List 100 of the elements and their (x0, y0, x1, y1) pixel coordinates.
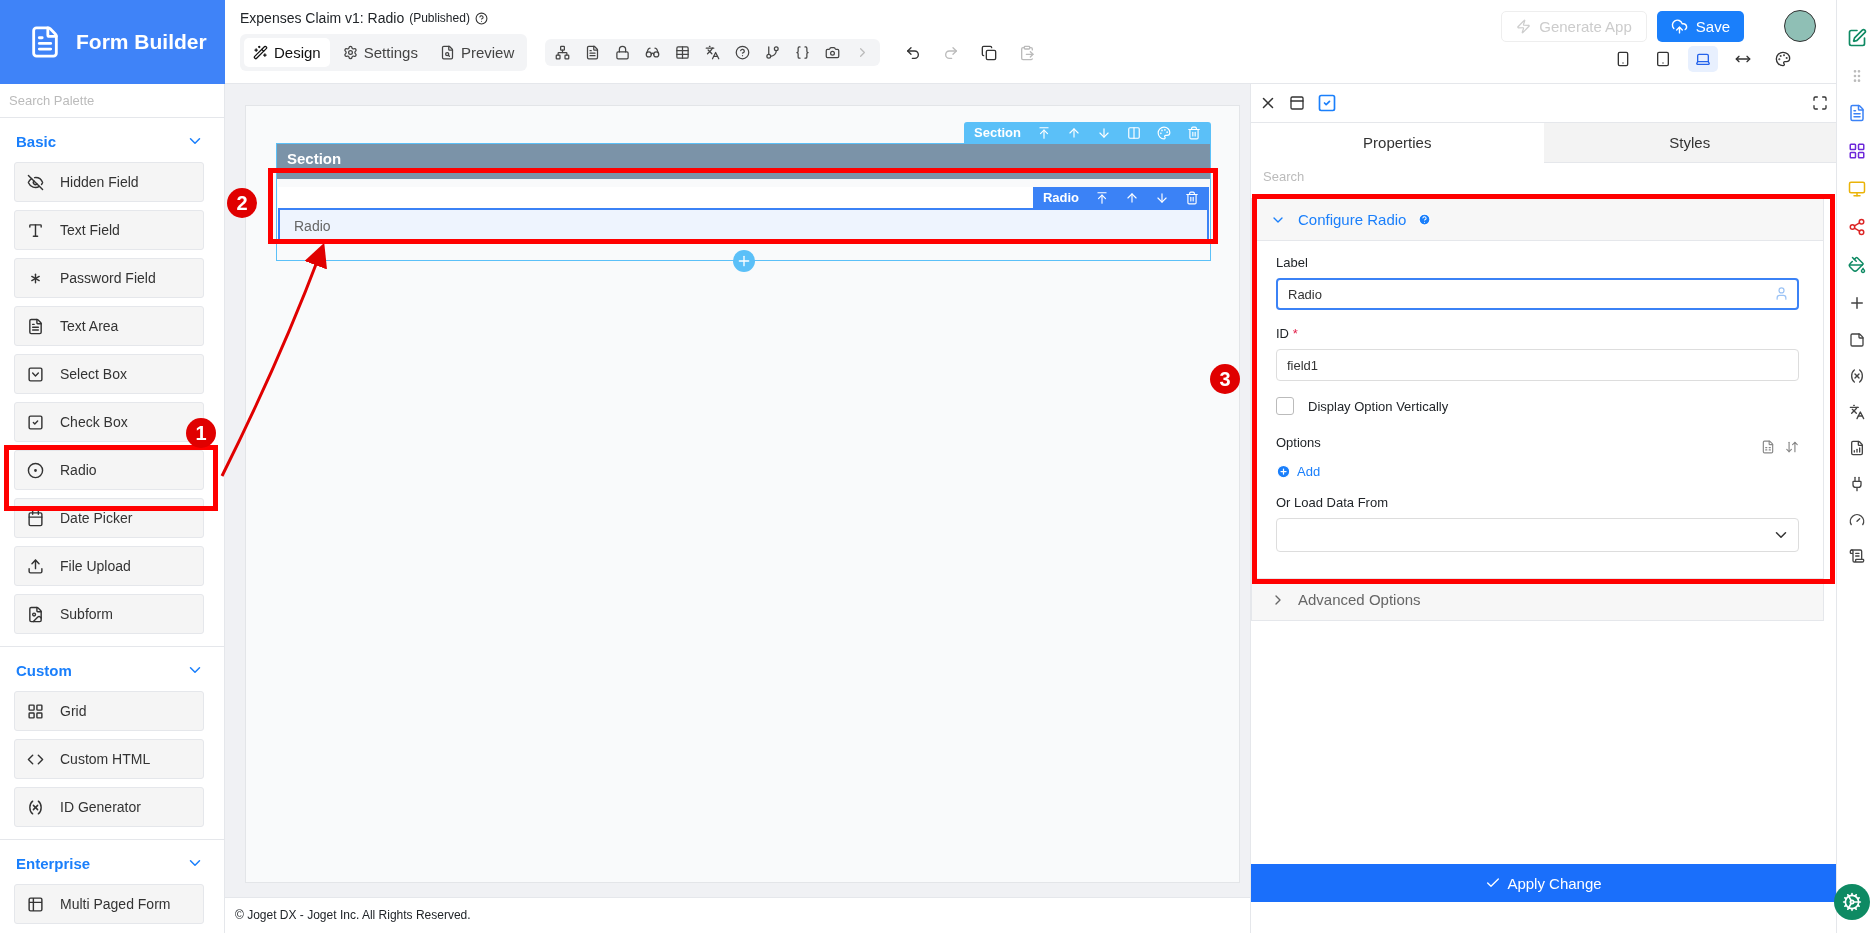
palette-item[interactable]: Custom HTML (14, 739, 204, 779)
scroll-icon[interactable] (1848, 548, 1865, 564)
subform-icon (27, 605, 44, 623)
undo-icon (905, 44, 922, 61)
palette-item[interactable]: Radio (14, 450, 204, 490)
palette-group-title[interactable]: Basic (16, 132, 57, 150)
label-input[interactable]: Radio (1276, 278, 1799, 310)
select-icon (27, 365, 44, 383)
upload-icon (27, 557, 44, 575)
footer-text: © Joget DX - Joget Inc. All Rights Reserved. (225, 897, 1250, 933)
gauge-icon[interactable] (1848, 512, 1865, 528)
translate-icon[interactable] (1848, 404, 1865, 420)
checkbox[interactable] (1276, 397, 1294, 415)
form-section[interactable]: Section Radio Radio (276, 143, 1211, 261)
palette-item[interactable]: Password Field (14, 258, 204, 298)
palette-icon (1775, 51, 1791, 67)
grid-icon[interactable] (1847, 142, 1866, 160)
table-icon[interactable] (675, 45, 691, 60)
branch-icon[interactable] (765, 45, 781, 60)
palette-item[interactable]: Text Field (14, 210, 204, 250)
move-top-icon[interactable] (1095, 190, 1109, 205)
hierarchy-icon[interactable] (555, 45, 571, 60)
lock-icon[interactable] (615, 45, 631, 60)
form-status: (Published) (409, 11, 470, 25)
properties-tab[interactable]: Styles (1543, 122, 1836, 163)
trash-icon[interactable] (1185, 190, 1199, 205)
palette-item[interactable]: Grid (14, 691, 204, 731)
radio-icon (27, 461, 44, 479)
form-title: Expenses Claim v1: Radio (240, 10, 405, 26)
braces-icon[interactable] (795, 45, 811, 60)
palette-group-title[interactable]: Enterprise (16, 854, 91, 872)
checkbox-label: Display Option Vertically (1308, 398, 1449, 414)
apply-change-button[interactable]: Apply Change (1251, 864, 1836, 902)
hidden-icon (27, 173, 44, 191)
paint-bucket-icon[interactable] (1847, 256, 1866, 274)
palette-item[interactable]: Multi Paged Form (14, 884, 204, 924)
field-label: ID * (1276, 326, 1299, 341)
id-icon (27, 798, 44, 816)
glasses-icon[interactable] (645, 45, 661, 60)
document-search-icon (439, 45, 455, 60)
palette-item[interactable]: File Upload (14, 546, 204, 586)
panel-icon[interactable] (1289, 95, 1305, 111)
field-toolbar-label: Radio (1042, 190, 1079, 205)
cloud-upload-icon (1670, 17, 1688, 35)
palette-item[interactable]: ID Generator (14, 787, 204, 827)
palette-item[interactable]: Select Box (14, 354, 204, 394)
design-icon (253, 45, 268, 60)
field-label: Or Load Data From (1276, 495, 1389, 510)
grid-icon (27, 702, 44, 720)
section-toolbar-label: Section (974, 125, 1021, 140)
copy-icon (981, 44, 998, 61)
plus-circle-icon (1276, 464, 1291, 479)
translate-icon[interactable] (705, 45, 721, 60)
checkbox-icon[interactable] (1317, 93, 1337, 113)
info-icon (474, 11, 488, 25)
laptop-view-button[interactable] (1688, 46, 1718, 72)
mode-tab[interactable]: Design (244, 38, 330, 67)
share-icon[interactable] (1847, 218, 1866, 236)
save-button[interactable]: Save (1656, 10, 1744, 42)
field-label: Label (1276, 255, 1309, 270)
user-icon (1774, 286, 1789, 301)
step-number-badge: 1 (186, 418, 216, 448)
phone-icon (1615, 51, 1631, 67)
palette-item[interactable]: Subform (14, 594, 204, 634)
fullscreen-icon[interactable] (1812, 95, 1828, 111)
mode-tab[interactable]: Preview (430, 38, 524, 67)
text-icon (27, 221, 44, 239)
mode-tab[interactable]: Settings (333, 38, 427, 67)
tablet-icon (1655, 51, 1671, 67)
checkbox-icon (27, 413, 44, 431)
redo-icon (943, 44, 960, 61)
palette-item[interactable]: Hidden Field (14, 162, 204, 202)
laptop-icon (1695, 51, 1711, 67)
edit-icon[interactable] (1846, 28, 1867, 48)
help-icon (1418, 213, 1432, 226)
help-icon[interactable] (735, 45, 751, 60)
camera-icon[interactable] (825, 45, 841, 60)
multipage-icon (27, 895, 44, 913)
document-icon[interactable] (585, 45, 601, 60)
variable-icon[interactable] (1848, 368, 1865, 384)
textarea-icon (27, 317, 44, 335)
app-title: Form Builder (76, 30, 207, 54)
gears-icon (1842, 892, 1862, 912)
lightning-icon (1516, 18, 1532, 34)
note-icon[interactable] (1848, 332, 1865, 348)
avatar[interactable] (1784, 10, 1816, 42)
palette-item[interactable]: Text Area (14, 306, 204, 346)
date-icon (27, 509, 44, 527)
field-label: Options (1276, 435, 1321, 450)
add-option-link[interactable]: Add (1276, 464, 1799, 479)
csv-icon[interactable] (1761, 439, 1775, 454)
arrow-down-icon[interactable] (1155, 190, 1169, 205)
report-icon[interactable] (1848, 440, 1865, 456)
id-input[interactable]: field1 (1276, 349, 1799, 381)
sort-icon[interactable] (1785, 439, 1799, 454)
clipboard-icon (1019, 44, 1036, 61)
palette-group-title[interactable]: Custom (16, 661, 72, 679)
arrow-up-icon[interactable] (1125, 190, 1139, 205)
gear-icon (342, 45, 358, 60)
settings-button[interactable] (1834, 884, 1870, 920)
